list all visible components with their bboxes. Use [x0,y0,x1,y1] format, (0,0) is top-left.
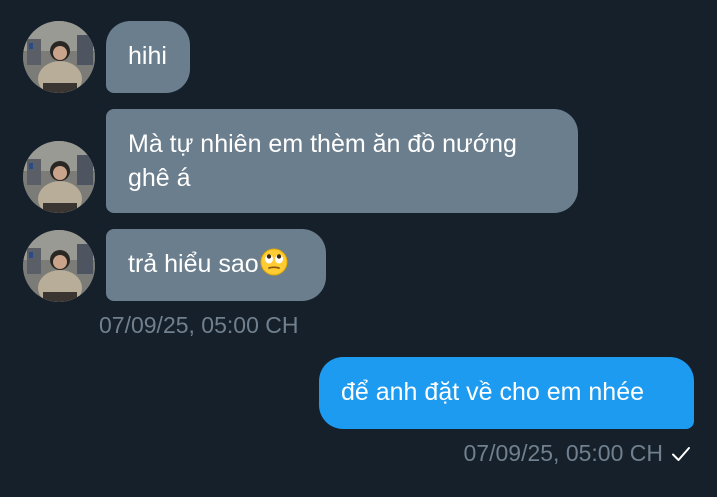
avatar-photo [23,141,95,213]
message-timestamp: 07/09/25, 05:00 CH [463,440,663,466]
message-text: để anh đặt về cho em nhée [341,378,645,406]
checkmark-icon [671,443,691,470]
message-bubble-incoming[interactable]: hihi [106,21,190,93]
face-with-rolling-eyes-icon [260,248,288,285]
message-text-line: Mà tự nhiên em thèm ăn đồ nướng [128,130,517,158]
message-text: trả hiểu sao [128,250,259,278]
message-bubble-outgoing[interactable]: để anh đặt về cho em nhée [319,357,694,429]
message-text: hihi [128,42,167,70]
message-status-row: 07/09/25, 05:00 CH [464,440,691,470]
message-text-line: ghê á [128,164,191,192]
message-bubble-incoming[interactable]: Mà tự nhiên em thèm ăn đồ nướng ghê á [106,109,578,213]
avatar-photo [23,21,95,93]
avatar[interactable] [23,21,95,93]
avatar-photo [23,230,95,302]
avatar[interactable] [23,230,95,302]
dm-conversation: hihi Mà tự nhiên em thèm ăn đồ nướng ghê… [0,0,717,497]
message-bubble-incoming[interactable]: trả hiểu sao [106,229,326,301]
avatar[interactable] [23,141,95,213]
message-timestamp: 07/09/25, 05:00 CH [99,312,299,338]
